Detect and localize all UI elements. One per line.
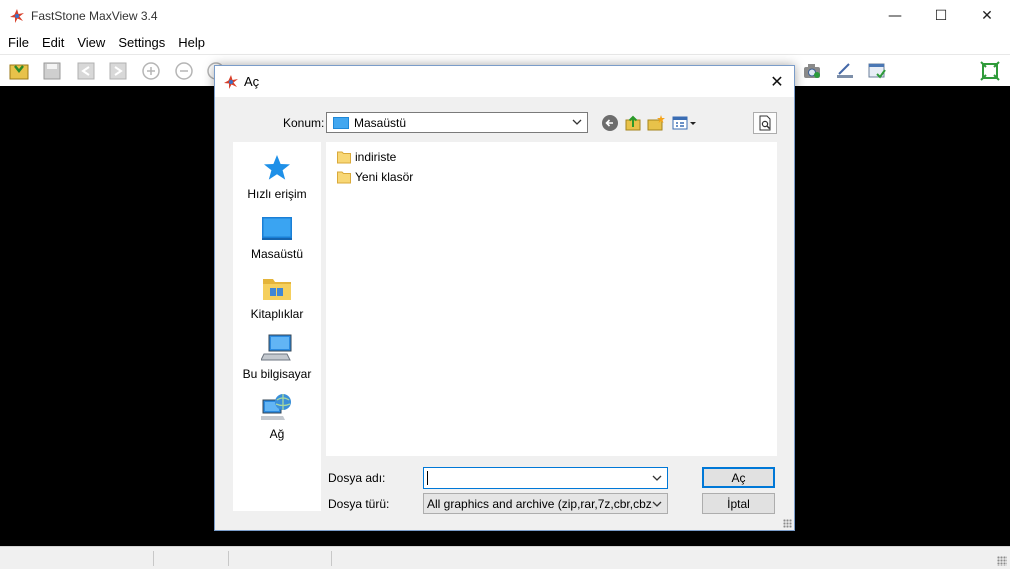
libraries-icon (263, 279, 291, 300)
window-controls: — ☐ ✕ (872, 0, 1010, 31)
zoom-in-icon[interactable] (141, 61, 161, 81)
scanner-icon[interactable] (835, 61, 855, 81)
window-title: FastStone MaxView 3.4 (31, 8, 158, 23)
new-folder-icon[interactable] (647, 114, 665, 132)
app-logo-icon (224, 74, 238, 89)
place-desktop[interactable]: Masaüstü (233, 212, 321, 261)
quick-access-star-icon (264, 155, 290, 180)
dialog-close-button[interactable]: ✕ (760, 66, 794, 97)
menu-settings[interactable]: Settings (110, 35, 170, 50)
back-icon[interactable] (601, 114, 619, 132)
place-label: Masaüstü (250, 247, 304, 261)
status-separator (228, 551, 229, 566)
place-label: Hızlı erişim (247, 187, 307, 201)
menu-bar: File Edit View Settings Help (0, 31, 1010, 54)
folder-icon (337, 171, 351, 184)
resize-grip[interactable] (997, 556, 1007, 566)
menu-file[interactable]: File (0, 35, 34, 50)
save-icon[interactable] (42, 61, 62, 81)
network-icon (261, 394, 291, 420)
file-name: indiriste (355, 150, 397, 164)
file-type-dropdown[interactable]: All graphics and archive (zip,rar,7z,cbr… (423, 493, 668, 514)
file-name-label: Dosya adı: (328, 471, 386, 485)
next-icon[interactable] (108, 61, 128, 81)
preview-toggle-button[interactable] (753, 112, 777, 134)
close-button[interactable]: ✕ (964, 0, 1010, 31)
preview-icon (759, 115, 771, 131)
look-in-label: Konum: (283, 116, 325, 130)
place-quick-access[interactable]: Hızlı erişim (233, 152, 321, 201)
cancel-button[interactable]: İptal (702, 493, 775, 514)
desktop-icon (333, 116, 349, 129)
place-label: Kitaplıklar (250, 307, 304, 321)
minimize-button[interactable]: — (872, 0, 918, 31)
file-name-input[interactable] (423, 467, 668, 489)
resize-grip[interactable] (783, 519, 792, 528)
up-folder-icon[interactable] (624, 114, 642, 132)
chevron-down-icon[interactable] (651, 472, 663, 484)
menu-view[interactable]: View (69, 35, 110, 50)
fullscreen-icon[interactable] (980, 61, 1000, 81)
place-label: Bu bilgisayar (242, 367, 312, 381)
status-separator (153, 551, 154, 566)
place-label: Ağ (269, 427, 285, 441)
open-dialog: Aç ✕ Konum: Masaüstü Hızlı erişim Masaüs… (214, 65, 795, 531)
place-this-pc[interactable]: Bu bilgisayar (233, 332, 321, 381)
menu-edit[interactable]: Edit (34, 35, 69, 50)
open-button[interactable]: Aç (702, 467, 775, 488)
open-file-icon[interactable] (9, 61, 29, 81)
folder-icon (337, 151, 351, 164)
list-item[interactable]: indiriste (337, 148, 396, 166)
places-bar: Hızlı erişim Masaüstü Kitaplıklar Bu bil… (233, 142, 321, 511)
text-caret (427, 471, 428, 485)
file-list[interactable]: indiriste Yeni klasör (326, 142, 777, 456)
status-bar (0, 546, 1010, 569)
dialog-title: Aç (244, 74, 260, 89)
list-item[interactable]: Yeni klasör (337, 168, 413, 186)
main-titlebar: FastStone MaxView 3.4 — ☐ ✕ (0, 0, 1010, 31)
chevron-down-icon (572, 119, 582, 125)
computer-icon (261, 334, 292, 361)
look-in-value: Masaüstü (354, 115, 407, 130)
status-separator (331, 551, 332, 566)
prev-icon[interactable] (76, 61, 96, 81)
place-libraries[interactable]: Kitaplıklar (233, 272, 321, 321)
file-type-label: Dosya türü: (328, 497, 390, 511)
place-network[interactable]: Ağ (233, 392, 321, 441)
dialog-titlebar: Aç ✕ (215, 66, 794, 97)
zoom-out-icon[interactable] (174, 61, 194, 81)
file-type-value: All graphics and archive (zip,rar,7z,cbr… (427, 496, 653, 511)
menu-help[interactable]: Help (170, 35, 210, 50)
chevron-down-icon (652, 501, 662, 507)
camera-icon[interactable] (802, 61, 822, 81)
look-in-dropdown[interactable]: Masaüstü (326, 112, 588, 133)
app-logo-icon (9, 7, 25, 24)
file-name: Yeni klasör (355, 170, 414, 184)
view-menu-icon[interactable] (672, 114, 698, 132)
settings-icon[interactable] (867, 61, 887, 81)
maximize-button[interactable]: ☐ (918, 0, 964, 31)
desktop-icon (262, 217, 292, 240)
